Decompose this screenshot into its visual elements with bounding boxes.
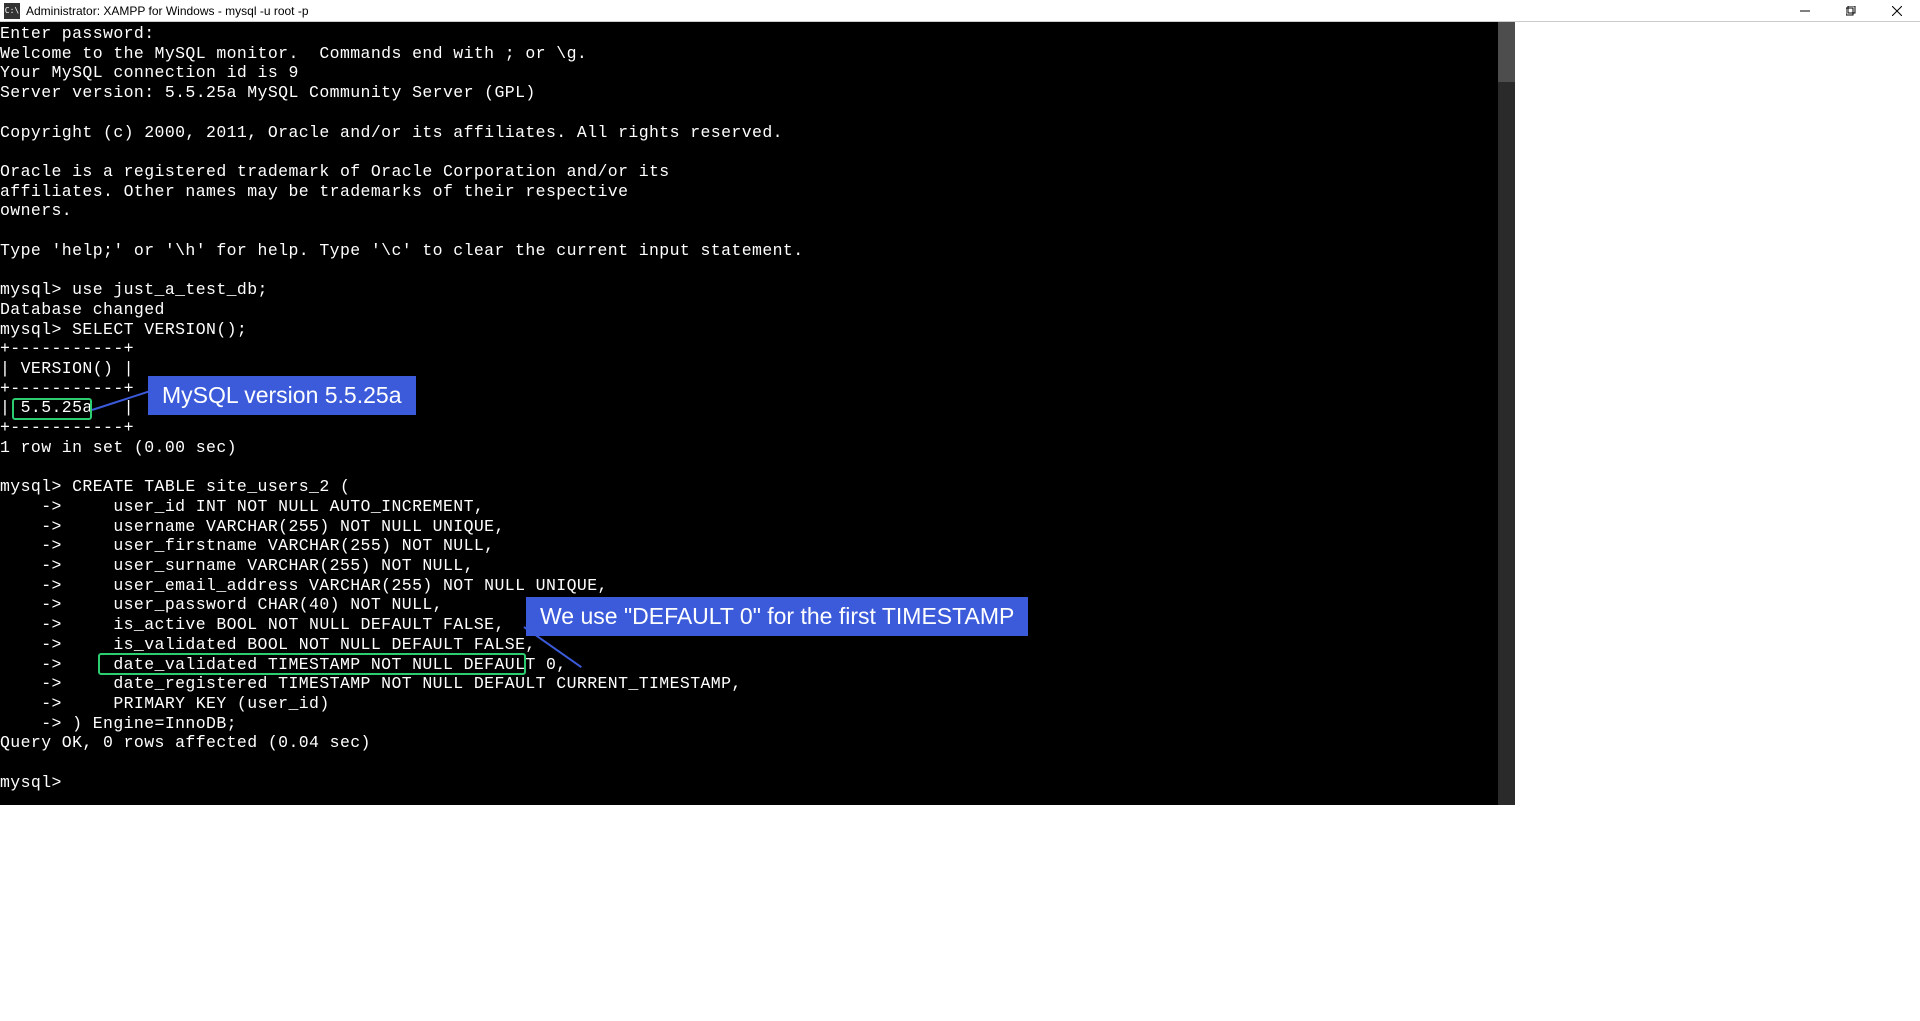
app-icon: C:\ [4,3,20,19]
scrollbar-thumb[interactable] [1498,22,1515,82]
minimize-button[interactable] [1782,0,1828,22]
close-button[interactable] [1874,0,1920,22]
callout-version: MySQL version 5.5.25a [148,376,416,415]
window-controls [1782,0,1920,21]
window-title-bar: C:\ Administrator: XAMPP for Windows - m… [0,0,1920,22]
window-title: Administrator: XAMPP for Windows - mysql… [24,4,1782,18]
vertical-scrollbar[interactable] [1498,22,1515,805]
callout-default0: We use "DEFAULT 0" for the first TIMESTA… [526,597,1028,636]
maximize-button[interactable] [1828,0,1874,22]
